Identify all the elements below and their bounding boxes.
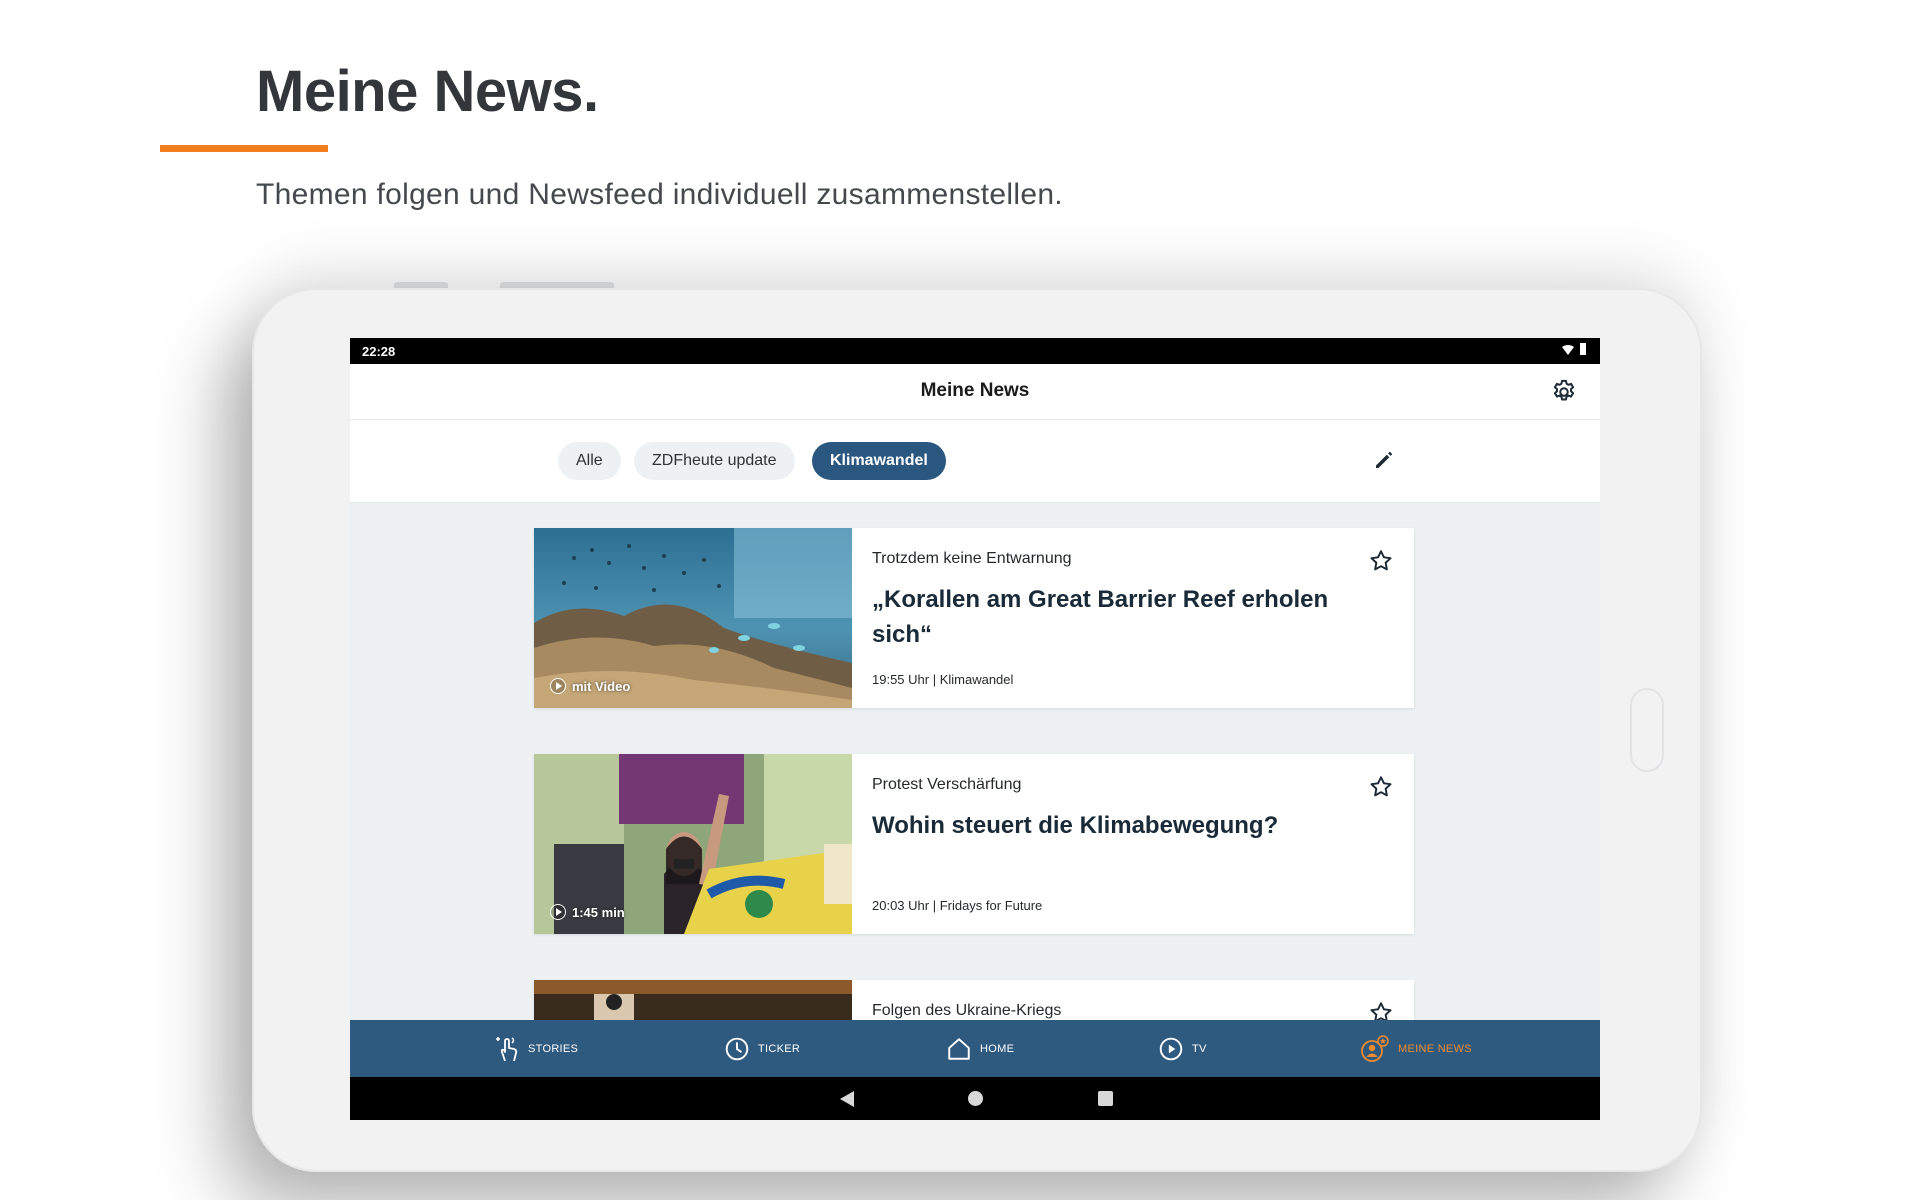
chip-klimawandel[interactable]: Klimawandel xyxy=(812,442,946,480)
card-kicker: Folgen des Ukraine-Kriegs xyxy=(872,1002,1062,1019)
nav-home[interactable]: HOME xyxy=(946,1020,1014,1077)
swipe-hand-icon xyxy=(496,1036,518,1061)
bookmark-button[interactable] xyxy=(1368,774,1394,800)
card-kicker: Protest Verschärfung xyxy=(872,776,1022,793)
topic-chip-bar: Alle ZDFheute update Klimawandel xyxy=(350,420,1600,503)
home-circle-icon[interactable] xyxy=(968,1091,983,1106)
nav-tv[interactable]: TV xyxy=(1158,1020,1207,1077)
chip-alle[interactable]: Alle xyxy=(558,442,621,480)
video-badge: 1:45 min xyxy=(550,904,625,920)
card-thumbnail: mit Video xyxy=(534,528,852,708)
nav-ticker-label: TICKER xyxy=(758,1042,801,1055)
wifi-icon xyxy=(1562,345,1574,355)
promo-subtitle: Themen folgen und Newsfeed individuell z… xyxy=(256,178,1063,211)
user-star-icon xyxy=(1361,1034,1389,1062)
star-icon xyxy=(1370,776,1392,797)
promo-accent-line xyxy=(160,145,328,152)
news-card[interactable]: mit Video Trotzdem keine Entwarnung „Kor… xyxy=(534,528,1414,708)
card-headline: Wohin steuert die Klimabewegung? xyxy=(872,812,1279,839)
chip-zdfheute-update[interactable]: ZDFheute update xyxy=(634,442,795,480)
settings-button[interactable] xyxy=(1550,378,1578,406)
bottom-navigation: STORIES TICKER HOME TV MEINE NEWS xyxy=(350,1020,1600,1077)
nav-meine-news-label: MEINE NEWS xyxy=(1398,1042,1472,1055)
back-triangle-icon[interactable] xyxy=(840,1091,854,1107)
star-icon xyxy=(1370,550,1392,571)
system-navigation-bar xyxy=(350,1077,1600,1120)
recents-square-icon[interactable] xyxy=(1098,1091,1113,1106)
status-time: 22:28 xyxy=(362,344,396,359)
edit-topics-button[interactable] xyxy=(1372,448,1398,474)
video-badge-label: 1:45 min xyxy=(572,904,625,920)
play-circle-icon xyxy=(1159,1037,1183,1060)
nav-tv-label: TV xyxy=(1192,1042,1207,1055)
nav-meine-news[interactable]: MEINE NEWS xyxy=(1360,1020,1472,1077)
video-badge-label: mit Video xyxy=(572,678,631,694)
nav-ticker[interactable]: TICKER xyxy=(724,1020,800,1077)
nav-home-label: HOME xyxy=(980,1042,1015,1055)
nav-stories[interactable]: STORIES xyxy=(494,1020,578,1077)
tablet-side-key xyxy=(1630,688,1664,772)
bookmark-button[interactable] xyxy=(1368,548,1394,574)
gear-icon xyxy=(1553,379,1575,401)
status-icons xyxy=(1562,343,1586,357)
play-icon xyxy=(550,678,566,694)
app-screen: 22:28 Meine News Alle ZDFheute update Kl… xyxy=(350,338,1600,1120)
play-icon xyxy=(550,904,566,920)
card-meta: 19:55 Uhr | Klimawandel xyxy=(872,672,1014,687)
app-bar: Meine News xyxy=(350,364,1600,420)
app-bar-title: Meine News xyxy=(920,380,1030,401)
card-kicker: Trotzdem keine Entwarnung xyxy=(872,550,1072,567)
card-meta: 20:03 Uhr | Fridays for Future xyxy=(872,898,1043,913)
clock-icon xyxy=(725,1037,749,1060)
promo-title: Meine News. xyxy=(256,59,599,124)
battery-icon xyxy=(1580,343,1586,355)
pencil-icon xyxy=(1376,452,1392,468)
video-badge: mit Video xyxy=(550,678,630,694)
card-headline: „Korallen am Great Barrier Reef erholen … xyxy=(872,586,1329,648)
status-bar: 22:28 xyxy=(350,338,1600,364)
card-thumbnail: 1:45 min xyxy=(534,754,852,934)
home-icon xyxy=(948,1037,970,1060)
nav-stories-label: STORIES xyxy=(528,1042,579,1055)
news-card[interactable]: 1:45 min Protest Verschärfung Wohin steu… xyxy=(534,754,1414,934)
